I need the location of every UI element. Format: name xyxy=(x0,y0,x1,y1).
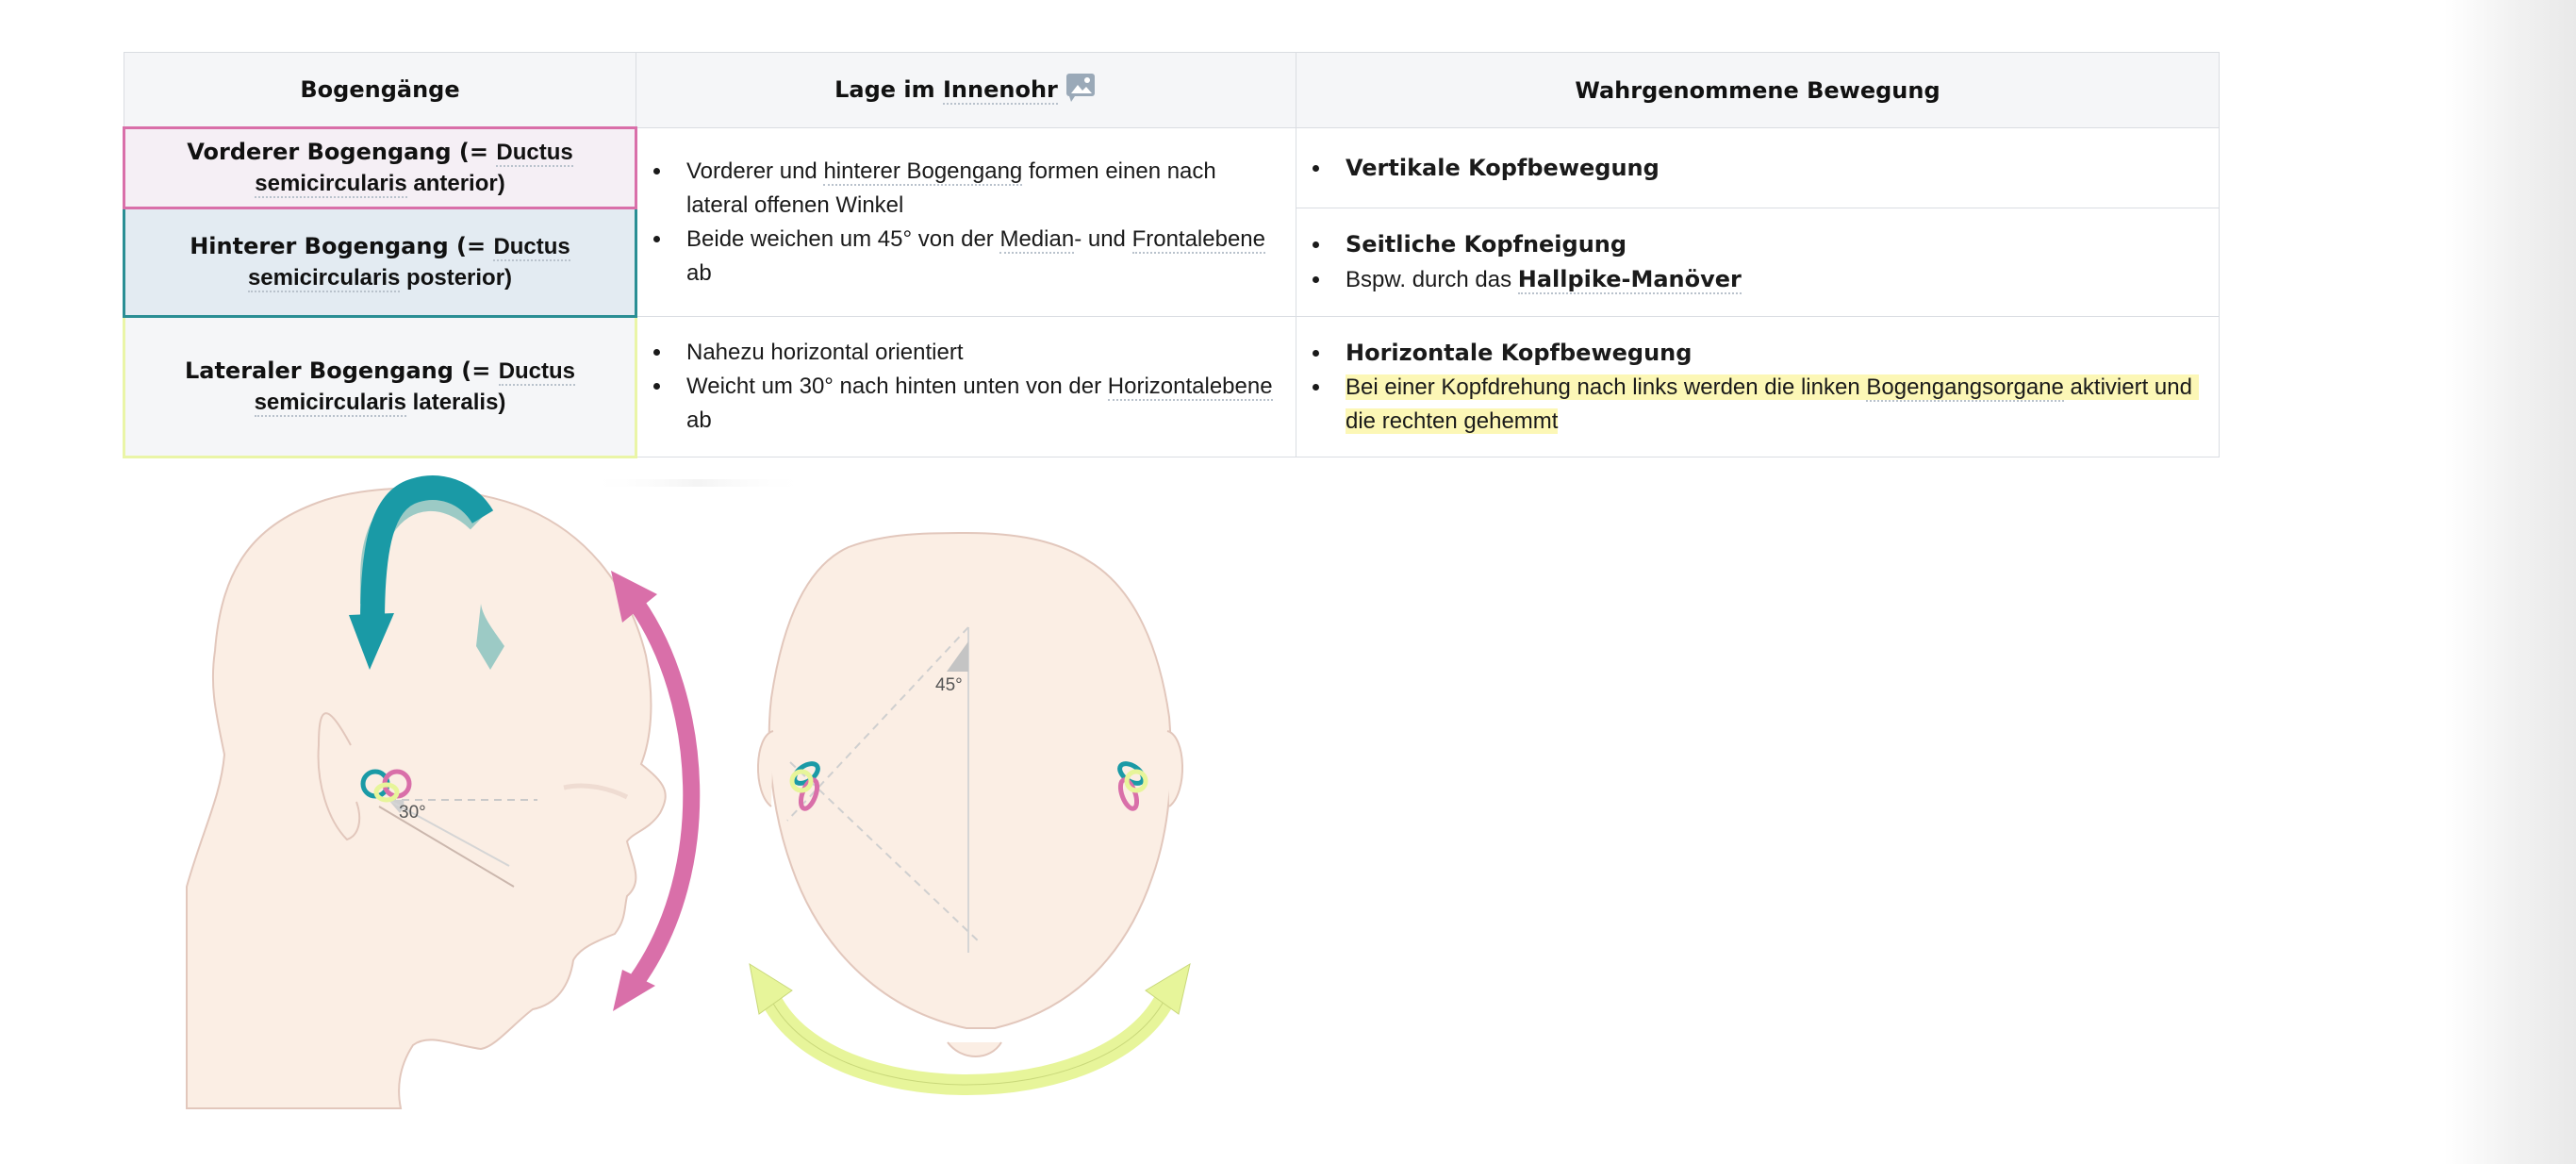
right-ear-top xyxy=(1166,730,1184,807)
angle-label-45: 45° xyxy=(935,675,963,695)
head-top-outline xyxy=(768,531,1172,1029)
semicircular-canals-figure: 30° 45° xyxy=(186,475,1191,1109)
head-side-outline xyxy=(186,487,667,1109)
angle-label-30: 30° xyxy=(399,803,426,823)
head-side-view: 30° xyxy=(186,487,667,1109)
soft-shadow xyxy=(585,479,811,487)
head-top-view: 45° xyxy=(756,531,1184,1057)
nose-top xyxy=(947,1041,1002,1057)
left-ear-top xyxy=(756,730,774,807)
